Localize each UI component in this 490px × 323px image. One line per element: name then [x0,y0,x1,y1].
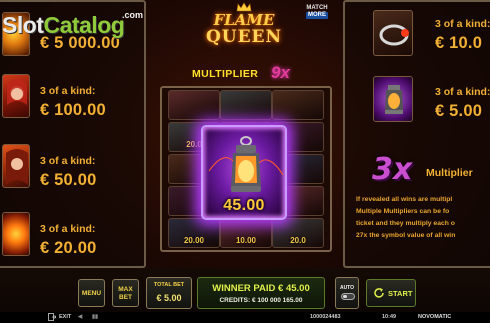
lantern-icon [208,136,284,192]
lantern-symbol-icon [373,76,413,122]
queen-face-icon [7,79,27,105]
multiplier-info-line: If revealed all wins are multipl [356,196,453,203]
scratch-cell-amount: 20.0 [290,236,306,245]
clock: 10:49 [382,314,397,320]
multiplier-indicator: MULTIPLIER 9x [192,63,302,84]
settings-icon[interactable]: ▮▮ [92,314,98,320]
match-more-badge: MATCH MORE [300,5,334,19]
total-bet-selector[interactable]: TOTAL BET € 5.00 [146,277,192,309]
match-more-line1: MATCH [306,5,328,11]
menu-button[interactable]: MENU [78,279,105,307]
small-lantern-icon [385,85,403,114]
multiplier-symbol-badge: 3x [372,152,413,187]
exit-label[interactable]: EXIT [59,314,71,320]
flame-woman-symbol-icon [2,144,30,188]
scratch-cell[interactable] [272,90,324,120]
multiplier-info-title: Multiplier [426,167,473,179]
auto-toggle-icon [341,293,355,300]
silver-ring-symbol-icon [373,10,413,56]
logo-line-queen: QUEEN [205,27,283,47]
red-queen-symbol-icon [2,74,30,118]
max-bet-line1: MAX [118,286,133,293]
logo-line-flame: FLAME [213,11,275,29]
multiplier-info-line: 27x the symbol value of all win [356,232,456,239]
multiplier-info-line: Multiple Multipliers can be fo [356,208,450,215]
status-bar: EXIT ◀ ▮▮ 1000024483 10:49 NOVOMATIC [0,312,490,323]
multiplier-label: MULTIPLIER [192,68,259,80]
credits-text: CREDITS: € 100 000 165.00 [219,297,303,304]
paytable-label: 3 of a kind: [40,85,96,97]
paytable-row: 3 of a kind: € 5.00 [373,76,490,128]
watermark-slot: Slot [2,12,44,38]
exit-icon[interactable] [48,313,56,321]
paytable-label: 3 of a kind: [40,223,96,235]
match-more-line2: MORE [306,12,328,19]
winner-paid-text: WINNER PAID € 45.00 [212,283,310,294]
refresh-icon [374,288,384,298]
scratch-cell[interactable]: 20.0 [272,218,324,248]
scratch-cell-amount: 20.00 [183,236,205,245]
paytable-label: 3 of a kind: [40,155,96,167]
paytable-value: € 100.00 [40,101,106,119]
auto-label: AUTO [339,285,355,291]
paytable-row: 3 of a kind: € 50.00 [0,144,160,196]
max-bet-line2: BET [119,294,132,301]
watermark-catalog: Catalog [43,12,125,38]
total-bet-value: € 5.00 [156,293,182,303]
paytable-label: 3 of a kind: [435,86,490,98]
paytable-row: 3 of a kind: € 10.0 [373,8,490,60]
paytable-right-panel: 3 of a kind: € 10.0 3 of a kind: € 5.00 [343,0,490,268]
sound-icon[interactable]: ◀ [78,314,82,320]
watermark-logo: SlotCatalog .com [0,4,150,38]
start-button[interactable]: START [366,279,416,307]
paytable-value: € 20.00 [40,239,97,257]
win-display: WINNER PAID € 45.00 CREDITS: € 100 000 1… [197,277,325,309]
paytable-value: € 10.0 [435,34,483,52]
paytable-left-panel: € 5 000.00 3 of a kind: € 100.00 3 of a … [0,0,146,268]
watermark-dotcom: .com [122,10,144,20]
woman-face-icon [6,149,28,185]
featured-amount: 45.00 [223,197,265,214]
start-label: START [388,289,413,298]
game-logo: FLAME QUEEN [198,2,290,54]
featured-winning-cell: 45.00 [201,125,287,220]
ticket-id: 1000024483 [310,314,341,320]
ring-icon [379,24,409,46]
fire-orb-symbol-icon [2,212,30,256]
brand-logo: NOVOMATIC [418,314,452,320]
scratch-cell-amount: 10.00 [235,236,257,245]
paytable-row: 3 of a kind: € 100.00 [0,74,160,126]
auto-play-button[interactable]: AUTO [335,277,359,309]
paytable-row: 3 of a kind: € 20.00 [0,212,160,264]
paytable-label: 3 of a kind: [435,18,490,30]
paytable-value: € 5.00 [435,102,483,120]
scratch-cell[interactable] [168,90,220,120]
total-bet-label: TOTAL BET [153,282,185,288]
crown-icon [236,2,252,12]
multiplier-value: 9x [271,63,290,82]
scratch-cell[interactable]: 20.00 [168,218,220,248]
paytable-value: € 50.00 [40,171,97,189]
max-bet-button[interactable]: MAX BET [112,279,139,307]
scratch-cell[interactable] [220,90,272,120]
scratch-cell[interactable]: 10.00 [220,218,272,248]
multiplier-info-line: ticket and they multiply each o [356,220,455,227]
game-screen: SlotCatalog .com € 5 000.00 3 of a kind:… [0,0,490,323]
